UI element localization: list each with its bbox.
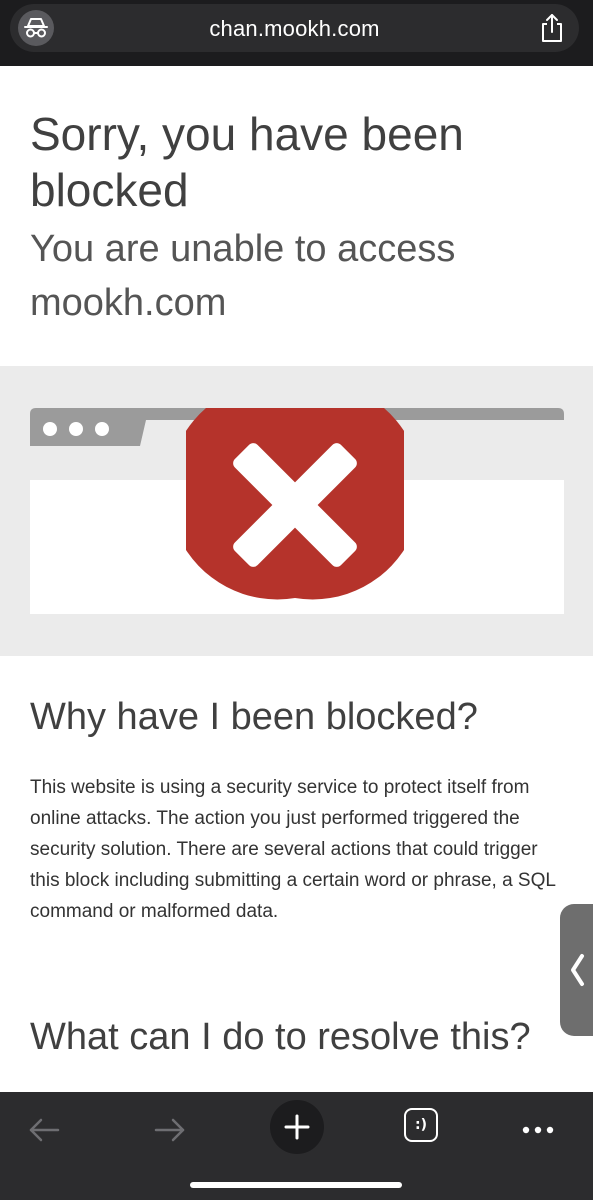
url-text[interactable]: chan.mookh.com: [10, 16, 579, 42]
hero-section: Sorry, you have been blocked You are una…: [0, 66, 593, 366]
error-x-icon: [186, 408, 404, 600]
forward-button[interactable]: [144, 1104, 196, 1156]
address-bar: chan.mookh.com: [0, 0, 593, 66]
page-subtitle: You are unable to access mookh.com: [30, 228, 456, 324]
home-indicator[interactable]: [190, 1182, 402, 1188]
page-title: Sorry, you have been blocked: [30, 108, 464, 216]
arrow-right-icon: [154, 1118, 185, 1142]
more-icon: [522, 1126, 554, 1134]
share-icon[interactable]: [537, 12, 567, 44]
tab-switcher-label: :): [415, 1117, 427, 1133]
resolve-heading: What can I do to resolve this?: [30, 1016, 531, 1058]
blocked-illustration: [0, 366, 593, 656]
more-menu-button[interactable]: [512, 1104, 564, 1156]
tab-switcher-button[interactable]: :): [404, 1108, 438, 1142]
back-button[interactable]: [18, 1104, 70, 1156]
new-tab-button[interactable]: [270, 1100, 324, 1154]
arrow-left-icon: [29, 1118, 60, 1142]
url-field[interactable]: chan.mookh.com: [10, 4, 579, 52]
page-content: Sorry, you have been blocked You are una…: [0, 66, 593, 1092]
plus-icon: [284, 1114, 310, 1140]
chevron-left-icon: [571, 954, 584, 986]
why-blocked-text: This website is using a security service…: [30, 777, 556, 922]
side-panel-handle[interactable]: [560, 904, 593, 1036]
why-blocked-heading: Why have I been blocked?: [30, 696, 478, 738]
